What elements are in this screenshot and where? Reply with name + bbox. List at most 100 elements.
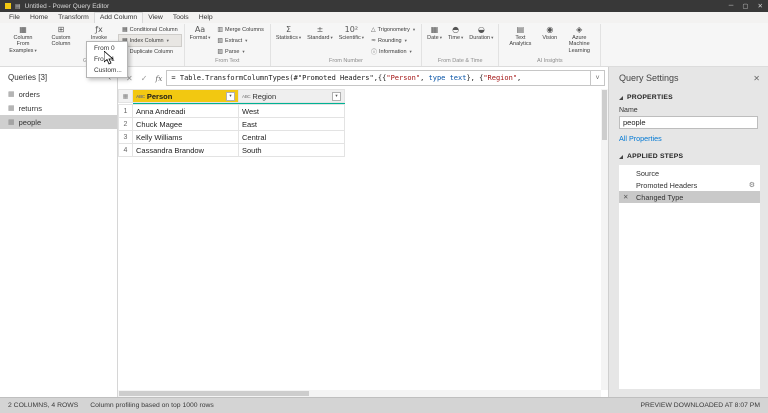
duration-button[interactable]: ◒ Duration▾ — [467, 24, 495, 42]
parse-button[interactable]: ▨ Parse ▾ — [214, 46, 267, 57]
column-header-region[interactable]: ABC Region ▾ — [239, 90, 345, 103]
row-number[interactable]: 2 — [119, 118, 133, 131]
time-button[interactable]: ◓ Time▾ — [446, 24, 465, 42]
horizontal-scrollbar-thumb[interactable] — [119, 391, 309, 396]
step-changed-type[interactable]: ✕ Changed Type — [619, 191, 760, 203]
conditional-column-button[interactable]: ▦ Conditional Column — [119, 24, 181, 35]
menu-item-custom[interactable]: Custom... — [87, 65, 127, 76]
tab-add-column[interactable]: Add Column — [94, 12, 143, 23]
select-all-corner[interactable]: ▦ — [119, 90, 133, 103]
tab-view[interactable]: View — [143, 13, 168, 23]
status-profiling-link[interactable]: Column profiling based on top 1000 rows — [90, 402, 214, 409]
formula-segment: "Person" — [386, 74, 420, 82]
query-settings-title: Query Settings — [619, 73, 679, 83]
tab-transform[interactable]: Transform — [53, 13, 94, 23]
rounding-button[interactable]: ≈ Rounding ▾ — [368, 35, 418, 46]
close-window-button[interactable]: ✕ — [758, 2, 763, 10]
extract-button[interactable]: ▧ Extract ▾ — [214, 35, 267, 46]
chevron-down-icon: ▾ — [245, 38, 247, 44]
azure-machine-learning-button[interactable]: ◈ Azure Machine Learning — [561, 24, 597, 55]
tab-file[interactable]: File — [4, 13, 25, 23]
cell-person[interactable]: Chuck Magee — [133, 118, 239, 131]
expand-formula-bar-icon[interactable]: ˅ — [591, 70, 605, 86]
button-label: Custom Column — [45, 35, 77, 48]
query-item-returns[interactable]: ▦ returns — [0, 101, 117, 115]
merge-columns-button[interactable]: ▥ Merge Columns — [214, 24, 267, 35]
duplicate-column-button[interactable]: ▦ Duplicate Column — [119, 46, 181, 57]
properties-section-header[interactable]: PROPERTIES — [609, 88, 768, 103]
save-icon[interactable]: ▤ — [15, 3, 21, 10]
cell-person[interactable]: Kelly Williams — [133, 131, 239, 144]
minimize-button[interactable]: ─ — [729, 2, 734, 10]
ribbon-group-from-number: Σ Statistics▾ ± Standard▾ 10² Scientific… — [271, 24, 422, 66]
commit-formula-icon[interactable]: ✓ — [137, 74, 152, 83]
column-header-person[interactable]: ABC Person ▾ — [133, 90, 239, 103]
chevron-down-icon: ▾ — [440, 35, 442, 40]
button-label: Information — [379, 49, 407, 55]
button-label: Parse — [225, 49, 239, 55]
filter-dropdown-icon[interactable]: ▾ — [332, 92, 341, 101]
ribbon-group-label: From Date & Time — [425, 57, 495, 66]
tab-help[interactable]: Help — [194, 13, 218, 23]
queries-pane-title: Queries [3] — [8, 73, 47, 82]
text-type-icon[interactable]: ABC — [242, 94, 250, 99]
all-properties-link[interactable]: All Properties — [609, 130, 768, 147]
button-label: Index Column — [130, 38, 164, 44]
row-number[interactable]: 4 — [119, 144, 133, 157]
index-column-button[interactable]: ▦ Index Column ▾ — [119, 35, 181, 46]
text-type-icon[interactable]: ABC — [136, 94, 145, 99]
button-label: Trigonometry — [378, 27, 410, 33]
cell-person[interactable]: Cassandra Brandow — [133, 144, 239, 157]
close-settings-icon[interactable]: ✕ — [753, 74, 760, 83]
vertical-scrollbar-thumb[interactable] — [602, 90, 607, 140]
delete-step-icon[interactable]: ✕ — [623, 193, 628, 201]
window-controls: ─ ▢ ✕ — [729, 2, 763, 10]
cell-person[interactable]: Anna Andreadi — [133, 105, 239, 118]
gear-icon[interactable]: ⚙ — [749, 181, 755, 189]
preview-area: ✕ ✓ fx = Table.TransformColumnTypes(#"Pr… — [118, 67, 608, 397]
step-source[interactable]: Source — [619, 167, 760, 179]
horizontal-scrollbar[interactable] — [118, 390, 601, 397]
scientific-button[interactable]: 10² Scientific▾ — [337, 24, 366, 42]
information-icon: ⓘ — [371, 47, 377, 56]
filter-dropdown-icon[interactable]: ▾ — [226, 92, 235, 101]
cell-region[interactable]: East — [239, 118, 345, 131]
text-analytics-icon: ▤ — [517, 25, 525, 35]
cell-region[interactable]: Central — [239, 131, 345, 144]
text-analytics-button[interactable]: ▤ Text Analytics — [502, 24, 538, 49]
vertical-scrollbar[interactable] — [601, 89, 608, 390]
button-label: Format — [190, 35, 207, 41]
query-item-people[interactable]: ▦ people — [0, 115, 117, 129]
row-number[interactable]: 3 — [119, 131, 133, 144]
title-bar: ▤ Untitled - Power Query Editor ─ ▢ ✕ — [0, 0, 768, 12]
date-button[interactable]: ▦ Date▾ — [425, 24, 444, 42]
row-number[interactable]: 1 — [119, 105, 133, 118]
chevron-down-icon: ▾ — [208, 35, 210, 40]
section-expanded-icon — [619, 155, 623, 159]
merge-columns-icon: ▥ — [217, 26, 223, 33]
standard-button[interactable]: ± Standard▾ — [305, 24, 335, 42]
query-name-input[interactable] — [619, 116, 758, 129]
maximize-button[interactable]: ▢ — [742, 2, 748, 10]
custom-column-button[interactable]: ⊞ Custom Column — [43, 24, 79, 49]
tab-tools[interactable]: Tools — [168, 13, 194, 23]
cell-region[interactable]: West — [239, 105, 345, 118]
scientific-icon: 10² — [345, 25, 358, 35]
extract-icon: ▧ — [217, 37, 223, 44]
information-button[interactable]: ⓘ Information ▾ — [368, 46, 418, 57]
query-item-orders[interactable]: ▦ orders — [0, 87, 117, 101]
column-from-examples-button[interactable]: ▦ Column From Examples▾ — [5, 24, 41, 55]
statistics-button[interactable]: Σ Statistics▾ — [274, 24, 303, 42]
vision-button[interactable]: ◉ Vision — [540, 24, 559, 42]
trigonometry-button[interactable]: △ Trigonometry ▾ — [368, 24, 418, 35]
format-button[interactable]: Aa Format▾ — [188, 24, 213, 42]
chevron-down-icon: ▾ — [413, 27, 415, 33]
statistics-icon: Σ — [286, 25, 291, 35]
trigonometry-icon: △ — [371, 26, 376, 33]
formula-input[interactable]: = Table.TransformColumnTypes(#"Promoted … — [166, 70, 591, 86]
cell-region[interactable]: South — [239, 144, 345, 157]
tab-home[interactable]: Home — [25, 13, 53, 23]
status-preview-time: PREVIEW DOWNLOADED AT 8:07 PM — [641, 402, 760, 409]
step-promoted-headers[interactable]: Promoted Headers ⚙ — [619, 179, 760, 191]
applied-steps-section-header[interactable]: APPLIED STEPS — [609, 147, 768, 162]
